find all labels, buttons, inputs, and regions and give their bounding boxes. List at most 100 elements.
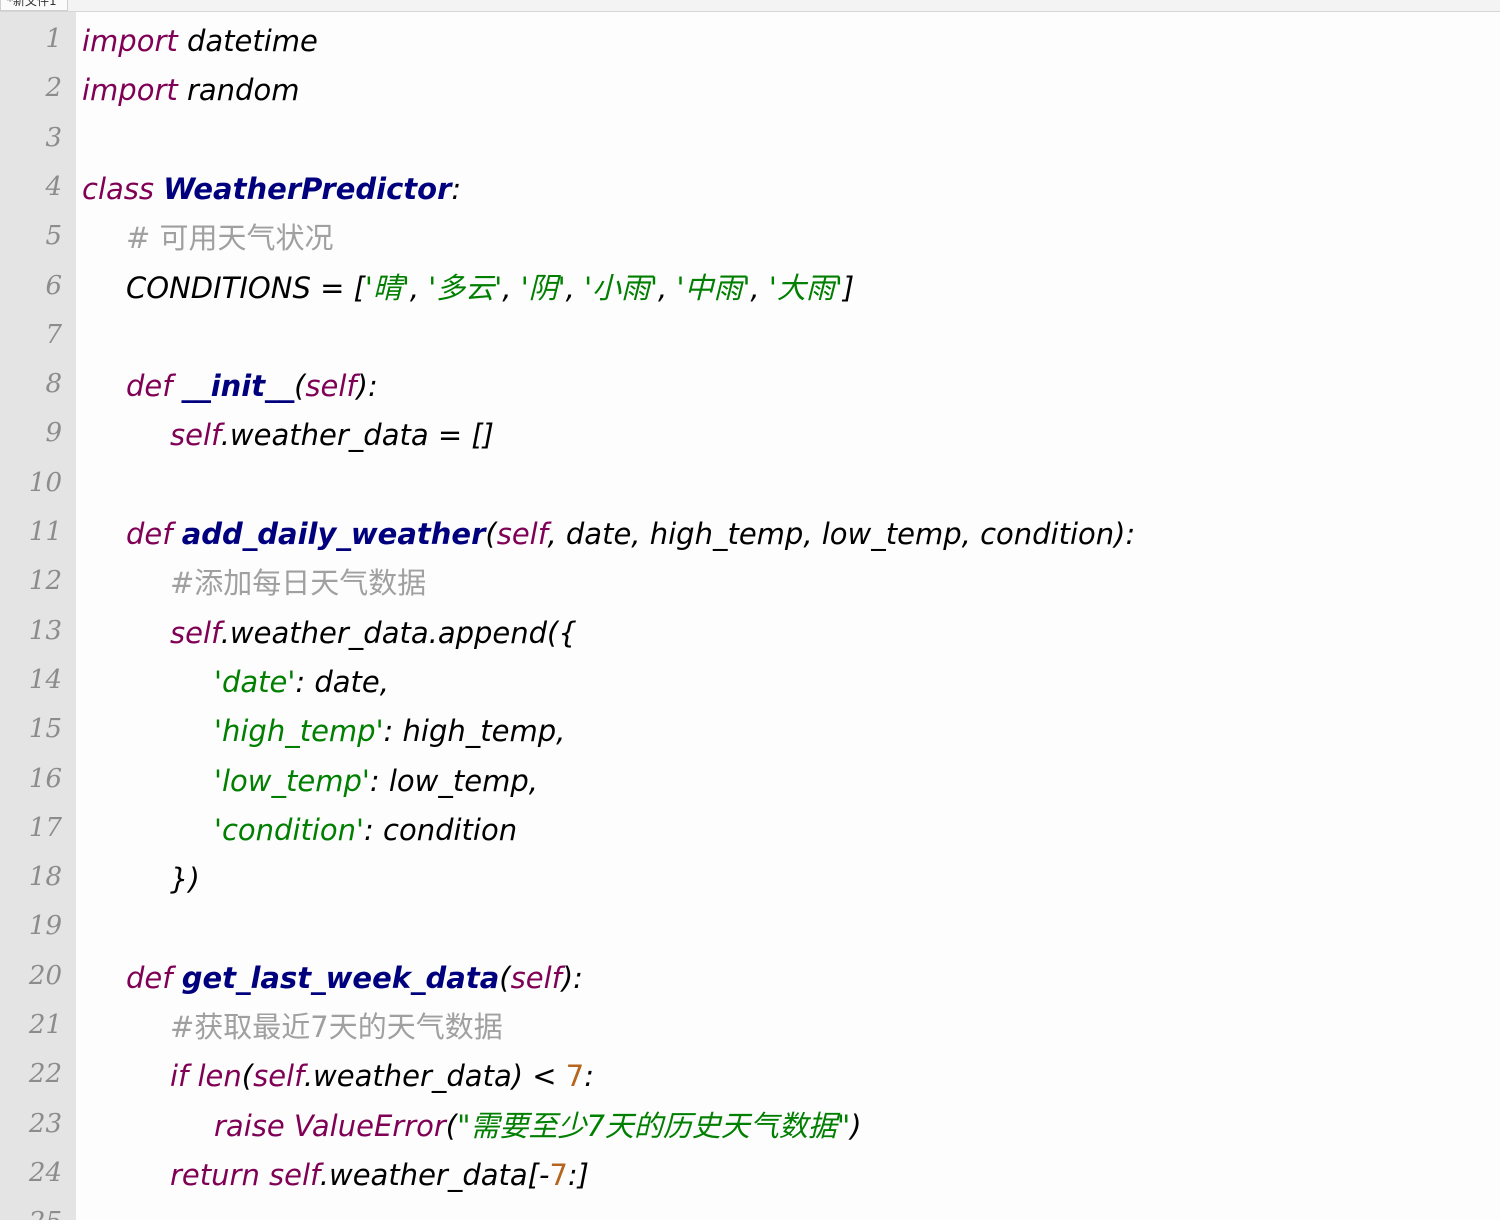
tab-new-file[interactable]: *新文件1 (0, 0, 68, 11)
line-number: 1 (45, 24, 62, 54)
code-token-str: 'date' (214, 664, 296, 699)
tab-strip: *新文件1 (0, 0, 1500, 12)
code-line: 15 'high_temp': high_temp, (0, 701, 1500, 750)
line-number: 24 (28, 1157, 62, 1188)
code-editor[interactable]: 1 import datetime 2 import random 3 4 class We… (0, 12, 1500, 1220)
line-number: 25 (0, 1207, 62, 1220)
code-token-txt: .weather_data = [] (220, 418, 494, 453)
line-number: 16 (28, 763, 62, 794)
code-token-txt: .weather_data[- (319, 1157, 550, 1192)
code-token-txt: ): (356, 369, 378, 404)
line-number: 10 (28, 467, 62, 498)
code-token-txt: : (584, 1059, 594, 1094)
code-token-str: '阴' (520, 270, 566, 305)
code-line: 2 import random (0, 60, 1500, 109)
code-token-builtin: ValueError (293, 1108, 446, 1143)
line-code: #获取最近7天的天气数据 (170, 1009, 503, 1045)
code-token-txt: ( (445, 1108, 458, 1143)
line-code: if len(self.weather_data) < 7: (170, 1058, 594, 1094)
code-token-kw: if (170, 1059, 189, 1094)
line-number: 7 (45, 319, 62, 350)
line-number: 19 (28, 911, 62, 942)
code-token-txt: ( (294, 369, 306, 404)
line-code: import random (82, 72, 299, 108)
line-number: 9 (45, 418, 62, 449)
line-code: self.weather_data.append({ (170, 615, 577, 651)
code-token-txt: : date, (295, 664, 389, 699)
code-line: 24 return self.weather_data[-7:] (0, 1145, 1500, 1194)
code-token-self: self (305, 369, 357, 404)
code-token-com: #添加每日天气数据 (170, 566, 427, 601)
code-token-cls: WeatherPredictor (163, 171, 452, 206)
code-token-txt: , (502, 270, 521, 305)
code-token-txt: CONDITIONS = [ (126, 270, 365, 305)
code-line: 1 import datetime (0, 12, 1500, 60)
code-token-txt: ( (499, 960, 511, 995)
line-number: 12 (28, 566, 62, 597)
code-line: 18}) (0, 849, 1500, 898)
code-line: 17 'condition': condition (0, 800, 1500, 849)
line-number: 14 (28, 664, 62, 695)
code-token-txt: ( (241, 1059, 254, 1094)
line-code: 'date': date, (214, 664, 389, 700)
code-line: 11 def add_daily_weather(self, date, high… (0, 504, 1500, 553)
code-token-txt: }) (170, 862, 200, 897)
code-token-self: self (510, 960, 562, 995)
line-number: 17 (28, 812, 62, 843)
code-token-kw: import (82, 73, 178, 108)
code-token-kw: import (82, 24, 178, 58)
line-number: 15 (28, 714, 62, 745)
code-token-kw: class (82, 171, 154, 206)
code-token-txt: random (177, 73, 300, 108)
code-line: 3 (0, 110, 1500, 159)
code-token-txt: : high_temp, (383, 714, 566, 749)
code-line: 22 if len(self.weather_data) < 7: (0, 1046, 1500, 1095)
code-line: 14 'date': date, (0, 652, 1500, 701)
code-token-txt: , (750, 270, 769, 305)
code-token-num: 7 (565, 1059, 585, 1094)
line-number: 3 (45, 122, 62, 153)
line-code: 'low_temp': low_temp, (214, 763, 538, 799)
code-line: 9 self.weather_data = [] (0, 405, 1500, 454)
line-number: 13 (28, 615, 62, 646)
code-token-self: self (269, 1157, 320, 1192)
line-code: self.weather_data = [] (170, 417, 494, 453)
line-code: CONDITIONS = ['晴', '多云', '阴', '小雨', '中雨'… (126, 270, 854, 306)
code-token-txt: ) (850, 1108, 862, 1143)
code-token-str: '多云' (428, 270, 503, 305)
code-token-str: 'condition' (214, 812, 365, 847)
code-line: 13 self.weather_data.append({ (0, 603, 1500, 652)
code-token-str: '中雨' (676, 270, 751, 305)
code-token-com: #获取最近7天的天气数据 (170, 1010, 503, 1044)
code-token-txt: datetime (177, 24, 318, 58)
line-number: 20 (28, 960, 62, 991)
line-code: 'high_temp': high_temp, (214, 713, 565, 749)
code-line: 23 raise ValueError("需要至少7天的历史天气数据") (0, 1096, 1500, 1145)
line-code: # 可用天气状况 (126, 220, 334, 256)
line-code: raise ValueError("需要至少7天的历史天气数据") (214, 1108, 862, 1144)
line-number: 2 (45, 73, 62, 104)
code-line: 19 (0, 898, 1500, 947)
line-number: 8 (45, 369, 62, 400)
code-token-self: self (496, 517, 548, 551)
code-token-str: '大雨' (768, 270, 843, 305)
line-number: 5 (45, 221, 62, 252)
code-line: 6 CONDITIONS = ['晴', '多云', '阴', '小雨', '中雨… (0, 258, 1500, 307)
code-token-kw: return (170, 1157, 260, 1192)
line-number: 6 (45, 270, 62, 301)
code-token-txt: ): (561, 960, 583, 995)
code-line: 10 (0, 455, 1500, 504)
code-token-str: "需要至少7天的历史天气数据" (457, 1108, 851, 1143)
code-token-str: '小雨' (584, 270, 659, 305)
code-token-txt: :] (567, 1157, 589, 1192)
code-line: 4 class WeatherPredictor: (0, 159, 1500, 208)
code-token-self: self (253, 1059, 304, 1094)
line-number: 23 (28, 1108, 62, 1139)
code-line: 21 #获取最近7天的天气数据 (0, 997, 1500, 1046)
line-code: }) (170, 861, 200, 897)
code-token-txt: , (658, 270, 677, 305)
